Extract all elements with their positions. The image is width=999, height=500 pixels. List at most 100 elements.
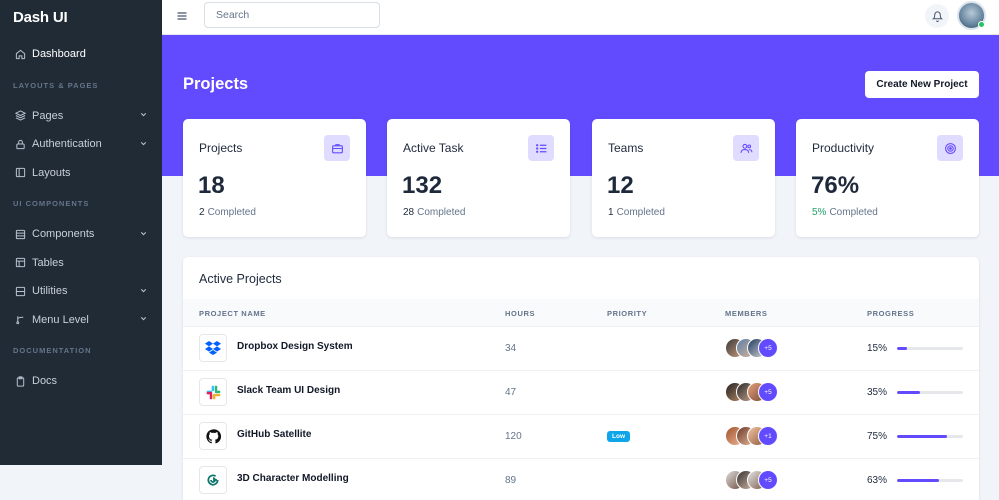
stat-card-sub-label: Completed (417, 207, 466, 218)
stat-card-sub-number: 28 (403, 207, 415, 218)
stat-card-value: 76% (811, 172, 860, 199)
briefcase-icon (324, 135, 350, 161)
project-hours: 34 (505, 343, 517, 354)
github-logo-icon (199, 422, 227, 450)
stat-card-sub-number: 2 (199, 207, 205, 218)
progress-bar (897, 391, 963, 394)
table-header: PROJECT NAME HOURS PRIORITY MEMBERS PROG… (183, 299, 979, 327)
sidebar-item-tables[interactable]: Tables (0, 249, 162, 278)
project-name[interactable]: Slack Team UI Design (237, 385, 340, 396)
stat-card-active-task: Active Task 132 28 Completed (387, 119, 570, 237)
target-icon (937, 135, 963, 161)
table-row[interactable]: Dropbox Design System 34 +5 15% (183, 327, 979, 371)
stat-card-title: Active Task (403, 141, 464, 155)
project-hours: 47 (505, 387, 517, 398)
stat-card-teams: Teams 12 1 Completed (592, 119, 775, 237)
package-icon (13, 229, 27, 240)
sidebar-item-docs[interactable]: Docs (0, 367, 162, 396)
box-icon (13, 286, 27, 297)
sidebar-layout-icon (13, 167, 27, 178)
sidebar-heading-ui-components: UI COMPONENTS (13, 199, 90, 208)
sidebar-item-layouts[interactable]: Layouts (0, 159, 162, 188)
project-name[interactable]: Dropbox Design System (237, 341, 353, 352)
user-avatar[interactable] (957, 1, 986, 30)
column-header-hours: HOURS (505, 309, 536, 318)
sidebar-item-label: Components (32, 228, 95, 241)
top-navbar: Search (162, 0, 999, 35)
chevron-down-icon (139, 229, 148, 240)
table-row[interactable]: GitHub Satellite 120 Low +1 75% (183, 415, 979, 459)
sidebar-item-label: Tables (32, 256, 64, 269)
chevron-down-icon (139, 110, 148, 121)
app-root: Dash UI Dashboard LAYOUTS & PAGES Pages (0, 0, 999, 500)
stat-card-title: Teams (608, 141, 644, 155)
page-title: Projects (183, 75, 249, 93)
sidebar-item-pages[interactable]: Pages (0, 102, 162, 131)
stat-card-sub-label: Completed (207, 207, 256, 218)
stat-card-value: 12 (607, 172, 634, 199)
progress-percent: 35% (867, 387, 888, 398)
project-hours: 89 (505, 475, 517, 486)
stat-card-title: Productivity (812, 141, 875, 155)
progress-percent: 63% (867, 475, 888, 486)
sidebar-item-label: Authentication (32, 138, 102, 151)
more-members-badge[interactable]: +5 (758, 338, 778, 358)
users-icon (733, 135, 759, 161)
stat-card-sub-label: Completed (829, 207, 878, 218)
stat-card-sub-number: 1 (608, 207, 614, 218)
project-name[interactable]: 3D Character Modelling (237, 473, 349, 484)
sidebar-heading-documentation: DOCUMENTATION (13, 346, 92, 355)
search-input[interactable]: Search (204, 2, 380, 28)
sidebar-item-label: Utilities (32, 285, 68, 298)
more-members-badge[interactable]: +1 (758, 426, 778, 446)
column-header-priority: PRIORITY (607, 309, 648, 318)
list-icon (528, 135, 554, 161)
sidebar-item-label: Layouts (32, 166, 71, 179)
sidebar-item-authentication[interactable]: Authentication (0, 130, 162, 159)
create-new-project-button[interactable]: Create New Project (865, 71, 979, 98)
chevron-down-icon (139, 314, 148, 325)
progress-bar (897, 347, 963, 350)
online-status-dot (978, 21, 985, 28)
progress-bar-fill (897, 347, 907, 350)
progress-bar-fill (897, 479, 939, 482)
sidebar-item-label: Docs (32, 375, 58, 388)
home-icon (13, 49, 27, 60)
progress-bar-fill (897, 435, 947, 438)
stat-card-value: 18 (198, 172, 225, 199)
progress-bar (897, 479, 963, 482)
git-branch-icon (13, 314, 27, 325)
priority-badge: Low (607, 431, 630, 442)
bell-icon[interactable] (925, 4, 949, 28)
sidebar-item-components[interactable]: Components (0, 220, 162, 249)
sidebar: Dash UI Dashboard LAYOUTS & PAGES Pages (0, 0, 162, 465)
sidebar-item-utilities[interactable]: Utilities (0, 277, 162, 306)
sidebar-item-dashboard[interactable]: Dashboard (0, 40, 162, 69)
table-row[interactable]: Slack Team UI Design 47 +5 35% (183, 371, 979, 415)
sidebar-item-menu-level[interactable]: Menu Level (0, 306, 162, 335)
column-header-progress: PROGRESS (867, 309, 915, 318)
sidebar-nav: Dashboard LAYOUTS & PAGES Pages Authenti… (0, 34, 162, 396)
more-members-badge[interactable]: +5 (758, 470, 778, 490)
clipboard-icon (13, 376, 27, 387)
chevron-down-icon (139, 286, 148, 297)
sidebar-item-label: Dashboard (32, 48, 86, 61)
stat-card-subtext: 28 Completed (403, 207, 465, 218)
menu-toggle-icon[interactable] (176, 9, 190, 23)
stat-card-subtext: 2 Completed (199, 207, 256, 218)
project-name[interactable]: GitHub Satellite (237, 429, 311, 440)
progress-percent: 15% (867, 343, 888, 354)
more-members-badge[interactable]: +5 (758, 382, 778, 402)
lock-icon (13, 139, 27, 150)
column-header-members: MEMBERS (725, 309, 768, 318)
active-projects-panel: Active Projects PROJECT NAME HOURS PRIOR… (183, 257, 979, 500)
layers-icon (13, 110, 27, 121)
table-row[interactable]: 3D Character Modelling 89 +5 63% (183, 459, 979, 500)
panel-title: Active Projects (199, 272, 282, 286)
brand-logo[interactable]: Dash UI (0, 0, 162, 34)
table-icon (13, 257, 27, 268)
slack-logo-icon (199, 378, 227, 406)
progress-percent: 75% (867, 431, 888, 442)
stat-card-subtext: 1 Completed (608, 207, 665, 218)
stat-card-value: 132 (402, 172, 443, 199)
